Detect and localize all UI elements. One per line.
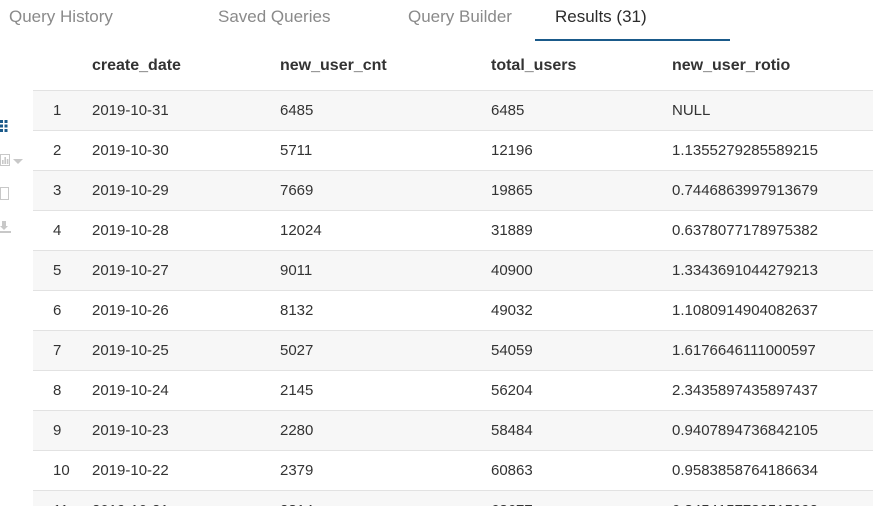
create-date-cell[interactable]: 2019-10-31 — [92, 90, 280, 131]
new-user-cnt-cell[interactable]: 2145 — [280, 370, 491, 411]
table-row[interactable]: 1 2019-10-31 6485 6485 NULL — [33, 90, 873, 131]
tab-query-history[interactable]: Query History — [9, 7, 113, 27]
row-index-cell[interactable]: 2 — [33, 130, 92, 171]
new-user-cnt-cell[interactable]: 5027 — [280, 330, 491, 371]
grid-view-button[interactable] — [0, 118, 26, 134]
row-index-cell[interactable]: 6 — [33, 290, 92, 331]
row-index-cell[interactable]: 8 — [33, 370, 92, 411]
new-user-rotio-cell[interactable]: 1.6176646111000597 — [672, 330, 873, 371]
new-user-cnt-cell[interactable]: 8132 — [280, 290, 491, 331]
create-date-cell[interactable]: 2019-10-23 — [92, 410, 280, 451]
table-row[interactable]: 5 2019-10-27 9011 40900 1.3343691044279213 — [33, 250, 873, 291]
new-user-rotio-cell[interactable]: 1.3343691044279213 — [672, 250, 873, 291]
create-date-cell[interactable]: 2019-10-26 — [92, 290, 280, 331]
row-index-cell[interactable]: 5 — [33, 250, 92, 291]
row-index-cell[interactable]: 4 — [33, 210, 92, 251]
table-row[interactable]: 9 2019-10-23 2280 58484 0.9407894736842105 — [33, 410, 873, 451]
total-users-cell[interactable]: 19865 — [491, 170, 672, 211]
total-users-cell[interactable]: 58484 — [491, 410, 672, 451]
chart-view-button[interactable] — [0, 152, 26, 168]
chart-icon — [0, 154, 10, 166]
copy-icon — [0, 187, 9, 200]
grid-icon — [0, 120, 8, 132]
new-user-cnt-cell[interactable]: 9011 — [280, 250, 491, 291]
results-table: create_date new_user_cnt total_users new… — [33, 42, 873, 506]
tab-query-builder[interactable]: Query Builder — [408, 7, 512, 27]
new-user-cnt-cell[interactable]: 7669 — [280, 170, 491, 211]
create-date-cell[interactable]: 2019-10-22 — [92, 450, 280, 491]
row-index-header — [33, 42, 92, 91]
table-body: 1 2019-10-31 6485 6485 NULL 2 2019-10-30 5711 12… — [33, 90, 873, 506]
row-index-cell[interactable]: 9 — [33, 410, 92, 451]
total-users-cell[interactable]: 60863 — [491, 450, 672, 491]
total-users-cell[interactable]: 40900 — [491, 250, 672, 291]
table-row[interactable]: 2 2019-10-30 5711 12196 1.1355279285589215 — [33, 130, 873, 171]
column-header-new-user-rotio[interactable]: new_user_rotio — [672, 42, 873, 91]
total-users-cell[interactable]: 49032 — [491, 290, 672, 331]
download-icon — [0, 221, 11, 233]
column-header-new-user-cnt[interactable]: new_user_cnt — [280, 42, 491, 91]
new-user-rotio-cell[interactable]: 0.8454157782515992 — [672, 490, 873, 506]
total-users-cell[interactable]: 31889 — [491, 210, 672, 251]
tab-results[interactable]: Results (31) — [555, 7, 647, 27]
row-index-cell[interactable]: 1 — [33, 90, 92, 131]
new-user-cnt-cell[interactable]: 2814 — [280, 490, 491, 506]
new-user-rotio-cell[interactable]: 1.1355279285589215 — [672, 130, 873, 171]
create-date-cell[interactable]: 2019-10-29 — [92, 170, 280, 211]
column-header-total-users[interactable]: total_users — [491, 42, 672, 91]
table-row[interactable]: 8 2019-10-24 2145 56204 2.3435897435897437 — [33, 370, 873, 411]
new-user-cnt-cell[interactable]: 6485 — [280, 90, 491, 131]
table-row[interactable]: 6 2019-10-26 8132 49032 1.1080914904082637 — [33, 290, 873, 331]
new-user-cnt-cell[interactable]: 12024 — [280, 210, 491, 251]
table-row[interactable]: 4 2019-10-28 12024 31889 0.6378077178975382 — [33, 210, 873, 251]
total-users-cell[interactable]: 54059 — [491, 330, 672, 371]
total-users-cell[interactable]: 6485 — [491, 90, 672, 131]
table-row[interactable]: 112019-10-212814636770.8454157782515992 — [33, 490, 873, 506]
create-date-cell[interactable]: 2019-10-21 — [92, 490, 280, 506]
download-results-button[interactable] — [0, 220, 26, 236]
dropdown-caret-icon — [13, 159, 23, 164]
table-row[interactable]: 3 2019-10-29 7669 19865 0.7446863997913679 — [33, 170, 873, 211]
row-index-cell[interactable]: 10 — [33, 450, 92, 491]
create-date-cell[interactable]: 2019-10-27 — [92, 250, 280, 291]
result-tabs: Query History Saved Queries Query Builde… — [0, 0, 873, 42]
row-index-cell[interactable]: 3 — [33, 170, 92, 211]
new-user-rotio-cell[interactable]: NULL — [672, 90, 873, 131]
new-user-rotio-cell[interactable]: 0.7446863997913679 — [672, 170, 873, 211]
results-table-container[interactable]: create_date new_user_cnt total_users new… — [33, 42, 873, 506]
row-index-cell[interactable]: 11 — [33, 490, 92, 506]
create-date-cell[interactable]: 2019-10-28 — [92, 210, 280, 251]
create-date-cell[interactable]: 2019-10-30 — [92, 130, 280, 171]
total-users-cell[interactable]: 56204 — [491, 370, 672, 411]
active-tab-indicator — [535, 39, 730, 41]
new-user-cnt-cell[interactable]: 2379 — [280, 450, 491, 491]
new-user-cnt-cell[interactable]: 2280 — [280, 410, 491, 451]
column-header-create-date[interactable]: create_date — [92, 42, 280, 91]
total-users-cell[interactable]: 63677 — [491, 490, 672, 506]
table-row[interactable]: 10 2019-10-22 2379 60863 0.9583858764186634 — [33, 450, 873, 491]
new-user-rotio-cell[interactable]: 0.6378077178975382 — [672, 210, 873, 251]
new-user-rotio-cell[interactable]: 0.9583858764186634 — [672, 450, 873, 491]
new-user-rotio-cell[interactable]: 1.1080914904082637 — [672, 290, 873, 331]
copy-results-button[interactable] — [0, 186, 26, 202]
new-user-rotio-cell[interactable]: 2.3435897435897437 — [672, 370, 873, 411]
table-header-row: create_date new_user_cnt total_users new… — [33, 42, 873, 91]
new-user-rotio-cell[interactable]: 0.9407894736842105 — [672, 410, 873, 451]
table-row[interactable]: 7 2019-10-25 5027 54059 1.6176646111000597 — [33, 330, 873, 371]
row-index-cell[interactable]: 7 — [33, 330, 92, 371]
tab-saved-queries[interactable]: Saved Queries — [218, 7, 330, 27]
create-date-cell[interactable]: 2019-10-25 — [92, 330, 280, 371]
create-date-cell[interactable]: 2019-10-24 — [92, 370, 280, 411]
results-panel: Query History Saved Queries Query Builde… — [0, 0, 873, 506]
total-users-cell[interactable]: 12196 — [491, 130, 672, 171]
new-user-cnt-cell[interactable]: 5711 — [280, 130, 491, 171]
